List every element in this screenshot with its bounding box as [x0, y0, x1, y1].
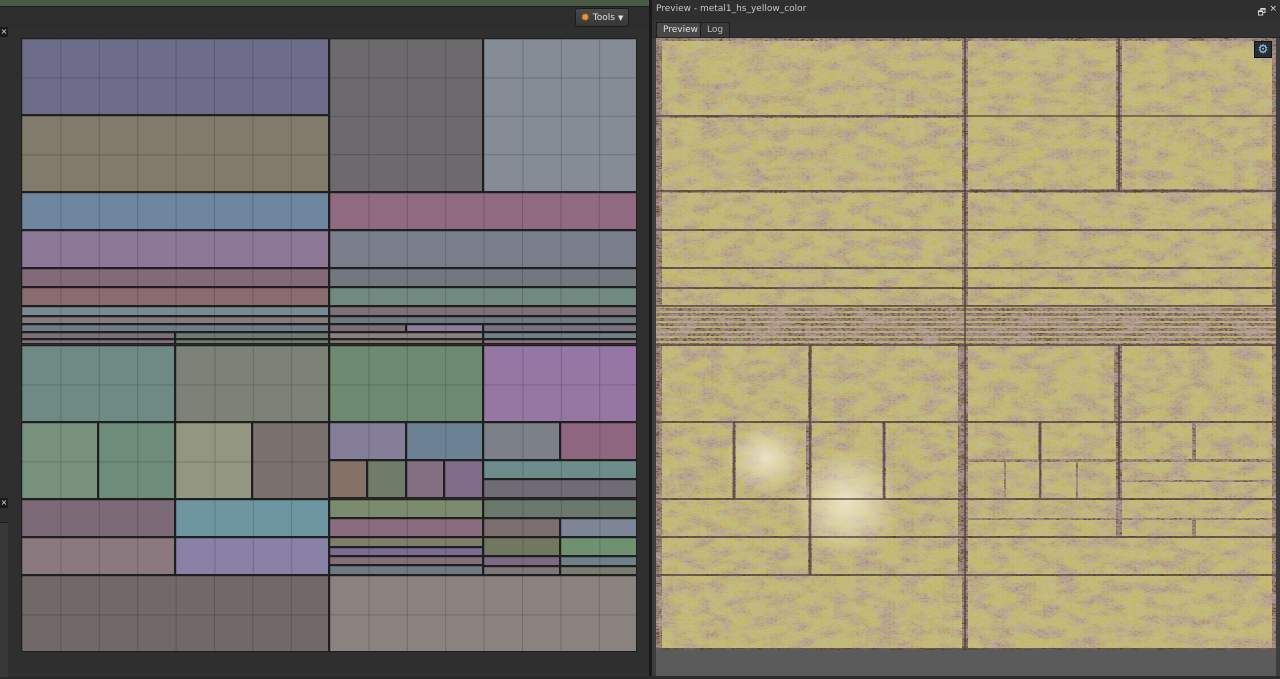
- uv-island[interactable]: [98, 422, 175, 499]
- uv-island[interactable]: [483, 332, 637, 339]
- uv-island[interactable]: [483, 479, 637, 498]
- uv-island[interactable]: [329, 547, 483, 556]
- uv-island[interactable]: [21, 306, 329, 316]
- uv-island[interactable]: [175, 499, 329, 537]
- uv-island[interactable]: [483, 339, 637, 344]
- uv-island[interactable]: [483, 324, 637, 332]
- uv-toolbar: ✹ Tools ▼: [0, 7, 649, 29]
- uv-island[interactable]: [175, 332, 329, 339]
- uv-island[interactable]: [329, 324, 406, 332]
- uv-island[interactable]: [367, 460, 406, 498]
- uv-island[interactable]: [483, 422, 560, 460]
- uv-island[interactable]: [21, 324, 329, 332]
- uv-island[interactable]: [21, 575, 329, 652]
- tools-button[interactable]: ✹ Tools ▼: [575, 8, 629, 27]
- uv-editor-panel: ✹ Tools ▼ × ×: [0, 0, 649, 677]
- uv-layout-canvas[interactable]: [21, 38, 637, 652]
- uv-island[interactable]: [329, 422, 406, 460]
- uv-island[interactable]: [21, 287, 329, 306]
- preview-titlebar: Preview - metal1_hs_yellow_color 🗗 ×: [652, 0, 1280, 20]
- close-icon[interactable]: ×: [0, 27, 8, 37]
- uv-island[interactable]: [329, 518, 483, 537]
- uv-island[interactable]: [329, 537, 483, 547]
- preview-panel: Preview - metal1_hs_yellow_color 🗗 × Pre…: [652, 0, 1280, 676]
- metal-texture-preview: [656, 38, 1276, 650]
- uv-island[interactable]: [560, 518, 637, 537]
- gear-icon: ✹: [580, 11, 590, 24]
- uv-island[interactable]: [21, 316, 329, 324]
- uv-island[interactable]: [329, 556, 483, 565]
- uv-island[interactable]: [329, 287, 637, 306]
- preview-tabbar: Preview Log: [652, 20, 1280, 38]
- tab-preview[interactable]: Preview: [656, 22, 706, 37]
- tab-log[interactable]: Log: [700, 22, 731, 37]
- uv-island[interactable]: [329, 345, 483, 422]
- restore-window-icon[interactable]: 🗗: [1258, 5, 1266, 21]
- uv-island[interactable]: [21, 537, 175, 575]
- uv-island[interactable]: [560, 566, 637, 575]
- uv-island[interactable]: [175, 537, 329, 575]
- uv-island[interactable]: [444, 460, 483, 498]
- uv-island[interactable]: [175, 422, 252, 499]
- uv-island[interactable]: [329, 306, 637, 316]
- preview-title: Preview - metal1_hs_yellow_color: [656, 4, 807, 14]
- uv-island[interactable]: [406, 460, 444, 498]
- uv-island[interactable]: [21, 230, 329, 268]
- uv-island[interactable]: [21, 38, 329, 115]
- uv-island[interactable]: [560, 556, 637, 566]
- uv-island[interactable]: [329, 575, 637, 652]
- preview-settings-button[interactable]: ⚙: [1254, 41, 1272, 58]
- uv-island[interactable]: [21, 422, 98, 499]
- uv-island[interactable]: [329, 316, 637, 324]
- uv-island[interactable]: [483, 345, 637, 422]
- side-panel-tab[interactable]: [0, 522, 8, 677]
- texture-preview-viewport[interactable]: ⚙: [656, 38, 1276, 676]
- uv-island[interactable]: [483, 499, 637, 518]
- tools-label: Tools: [592, 12, 615, 23]
- uv-island[interactable]: [21, 268, 329, 287]
- close-icon[interactable]: ×: [0, 498, 8, 508]
- uv-island[interactable]: [329, 268, 637, 287]
- uv-island[interactable]: [175, 345, 329, 422]
- panel-top-strip: [0, 0, 649, 7]
- uv-island[interactable]: [21, 345, 175, 422]
- uv-island[interactable]: [483, 537, 560, 556]
- uv-island[interactable]: [560, 537, 637, 556]
- close-icon[interactable]: ×: [1269, 4, 1277, 14]
- uv-island[interactable]: [483, 38, 637, 192]
- uv-island[interactable]: [483, 518, 560, 537]
- uv-island[interactable]: [21, 115, 329, 192]
- uv-island[interactable]: [21, 332, 175, 339]
- uv-island[interactable]: [483, 556, 560, 566]
- uv-island[interactable]: [329, 499, 483, 518]
- uv-island[interactable]: [329, 565, 483, 575]
- uv-island[interactable]: [406, 324, 483, 332]
- uv-island[interactable]: [21, 499, 175, 537]
- uv-island[interactable]: [329, 460, 367, 498]
- uv-island[interactable]: [21, 192, 329, 230]
- uv-island[interactable]: [483, 566, 560, 575]
- uv-island[interactable]: [329, 38, 483, 192]
- uv-island[interactable]: [329, 339, 483, 344]
- uv-island[interactable]: [406, 422, 483, 460]
- uv-island[interactable]: [175, 339, 329, 344]
- uv-island[interactable]: [329, 230, 637, 268]
- uv-island[interactable]: [560, 422, 637, 460]
- uv-island[interactable]: [21, 339, 175, 344]
- uv-island[interactable]: [329, 192, 637, 230]
- caret-down-icon: ▼: [618, 13, 624, 22]
- uv-island[interactable]: [329, 332, 483, 339]
- uv-island[interactable]: [483, 460, 637, 479]
- uv-island[interactable]: [252, 422, 329, 499]
